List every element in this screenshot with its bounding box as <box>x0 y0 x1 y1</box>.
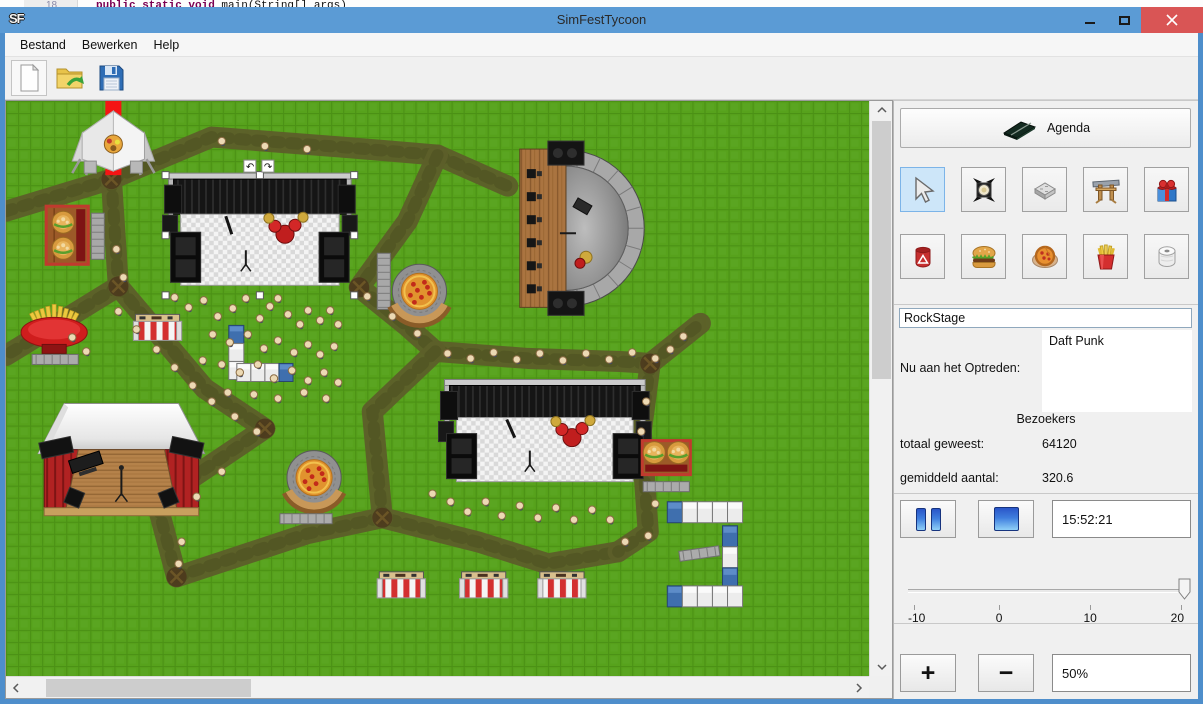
map-object-stage-big[interactable]: ↶↷ <box>162 160 358 299</box>
agenda-button[interactable]: Agenda <box>900 108 1191 148</box>
fries-icon <box>1091 242 1121 272</box>
now-playing-box: Daft Punk <box>1042 330 1192 412</box>
tool-toilet-roll[interactable] <box>1144 234 1189 279</box>
map-canvas[interactable]: ↶↷ <box>6 101 869 676</box>
tool-path-tile[interactable] <box>1022 167 1067 212</box>
panel-divider <box>894 493 1198 494</box>
close-icon <box>1166 14 1178 26</box>
clock-display: 15:52:21 <box>1052 500 1191 538</box>
map-object-barn-stage[interactable] <box>38 404 205 516</box>
tool-select-cursor[interactable] <box>900 167 945 212</box>
map-object-striped-stand[interactable] <box>460 572 508 598</box>
map-object-bench-v[interactable] <box>377 253 390 309</box>
map-object-burger-stand2[interactable] <box>642 441 690 492</box>
tool-palette <box>900 167 1191 279</box>
app-window: SF SimFestTycoon Bestand Bewerken Help <box>0 7 1203 704</box>
tool-gate[interactable] <box>1083 167 1128 212</box>
spotlight-icon <box>969 175 999 205</box>
scroll-up-icon[interactable] <box>870 101 893 119</box>
slider-thumb[interactable] <box>1178 578 1191 600</box>
new-file-icon <box>15 63 43 93</box>
open-file-icon <box>54 63 86 93</box>
map-object-bench-v[interactable] <box>91 213 104 259</box>
window-title: SimFestTycoon <box>0 12 1203 27</box>
trash-can-icon <box>908 242 938 272</box>
map-area: ↶↷ <box>5 100 893 699</box>
map-object-burger-stand[interactable] <box>46 206 88 264</box>
save-file-icon <box>96 63 126 93</box>
scroll-left-icon[interactable] <box>6 677 26 699</box>
stage-name-input[interactable] <box>899 308 1192 328</box>
toilet-roll-icon <box>1152 242 1182 272</box>
close-button[interactable] <box>1141 7 1203 33</box>
pause-icon <box>916 508 926 531</box>
burger-icon <box>969 242 999 272</box>
stop-icon <box>994 507 1019 531</box>
scroll-right-icon[interactable] <box>849 677 869 699</box>
tool-gift[interactable] <box>1144 167 1189 212</box>
now-playing-label: Nu aan het Optreden: <box>900 361 1020 375</box>
speed-slider[interactable]: -10 0 10 20 <box>908 579 1184 609</box>
maximize-button[interactable] <box>1107 7 1141 33</box>
now-playing-value: Daft Punk <box>1042 330 1192 352</box>
tool-spotlight[interactable] <box>961 167 1006 212</box>
scroll-down-icon[interactable] <box>870 658 893 676</box>
horizontal-scroll-thumb[interactable] <box>46 679 251 697</box>
zoom-level-display: 50% <box>1052 654 1191 692</box>
tool-burger[interactable] <box>961 234 1006 279</box>
zoom-in-button[interactable]: + <box>900 654 956 692</box>
minimize-button[interactable] <box>1073 7 1107 33</box>
visitors-header: Bezoekers <box>894 412 1198 426</box>
gate-icon <box>1091 175 1121 205</box>
agenda-label: Agenda <box>1047 121 1090 135</box>
vertical-scroll-thumb[interactable] <box>872 121 891 379</box>
total-visitors-label: totaal geweest: <box>900 437 984 451</box>
menu-bestand[interactable]: Bestand <box>13 35 73 55</box>
svg-text:↶: ↶ <box>246 162 254 173</box>
average-visitors-value: 320.6 <box>1042 471 1073 485</box>
map-object-striped-stand[interactable] <box>133 314 181 340</box>
titlebar[interactable]: SF SimFestTycoon <box>0 7 1203 33</box>
agenda-book-icon <box>1001 115 1037 141</box>
slider-track[interactable] <box>908 589 1184 593</box>
map-object-pizza-table[interactable] <box>392 264 446 322</box>
menu-help[interactable]: Help <box>146 35 186 55</box>
stop-button[interactable] <box>978 500 1034 538</box>
new-file-button[interactable] <box>11 60 47 96</box>
toolbar <box>5 57 1198 100</box>
background-ide-strip: 18 public static void main(String[] args… <box>0 0 1203 7</box>
cursor-icon <box>908 175 938 205</box>
path-tile-icon <box>1030 175 1060 205</box>
map-object-striped-stand[interactable] <box>538 572 586 598</box>
map-object-stage-big[interactable] <box>439 379 652 481</box>
svg-text:↷: ↷ <box>264 162 273 173</box>
minimize-icon <box>1085 22 1095 24</box>
maximize-icon <box>1119 16 1130 25</box>
menubar: Bestand Bewerken Help <box>5 33 1198 57</box>
zoom-out-button[interactable]: − <box>978 654 1034 692</box>
map-vertical-scrollbar[interactable] <box>869 101 892 676</box>
menu-bewerken[interactable]: Bewerken <box>75 35 145 55</box>
average-visitors-label: gemiddeld aantal: <box>900 471 999 485</box>
control-panel: Agenda <box>893 100 1198 699</box>
save-file-button[interactable] <box>93 60 129 96</box>
total-visitors-value: 64120 <box>1042 437 1077 451</box>
tool-pizza[interactable] <box>1022 234 1067 279</box>
panel-divider <box>894 623 1198 624</box>
open-file-button[interactable] <box>52 60 88 96</box>
map-object-striped-stand[interactable] <box>377 572 425 598</box>
pizza-icon <box>1030 242 1060 272</box>
tool-fries[interactable] <box>1083 234 1128 279</box>
gift-icon <box>1152 175 1182 205</box>
pause-button[interactable] <box>900 500 956 538</box>
scrollbar-corner <box>869 676 892 698</box>
tool-trash-can[interactable] <box>900 234 945 279</box>
panel-divider <box>894 304 1198 305</box>
map-horizontal-scrollbar[interactable] <box>6 676 869 698</box>
